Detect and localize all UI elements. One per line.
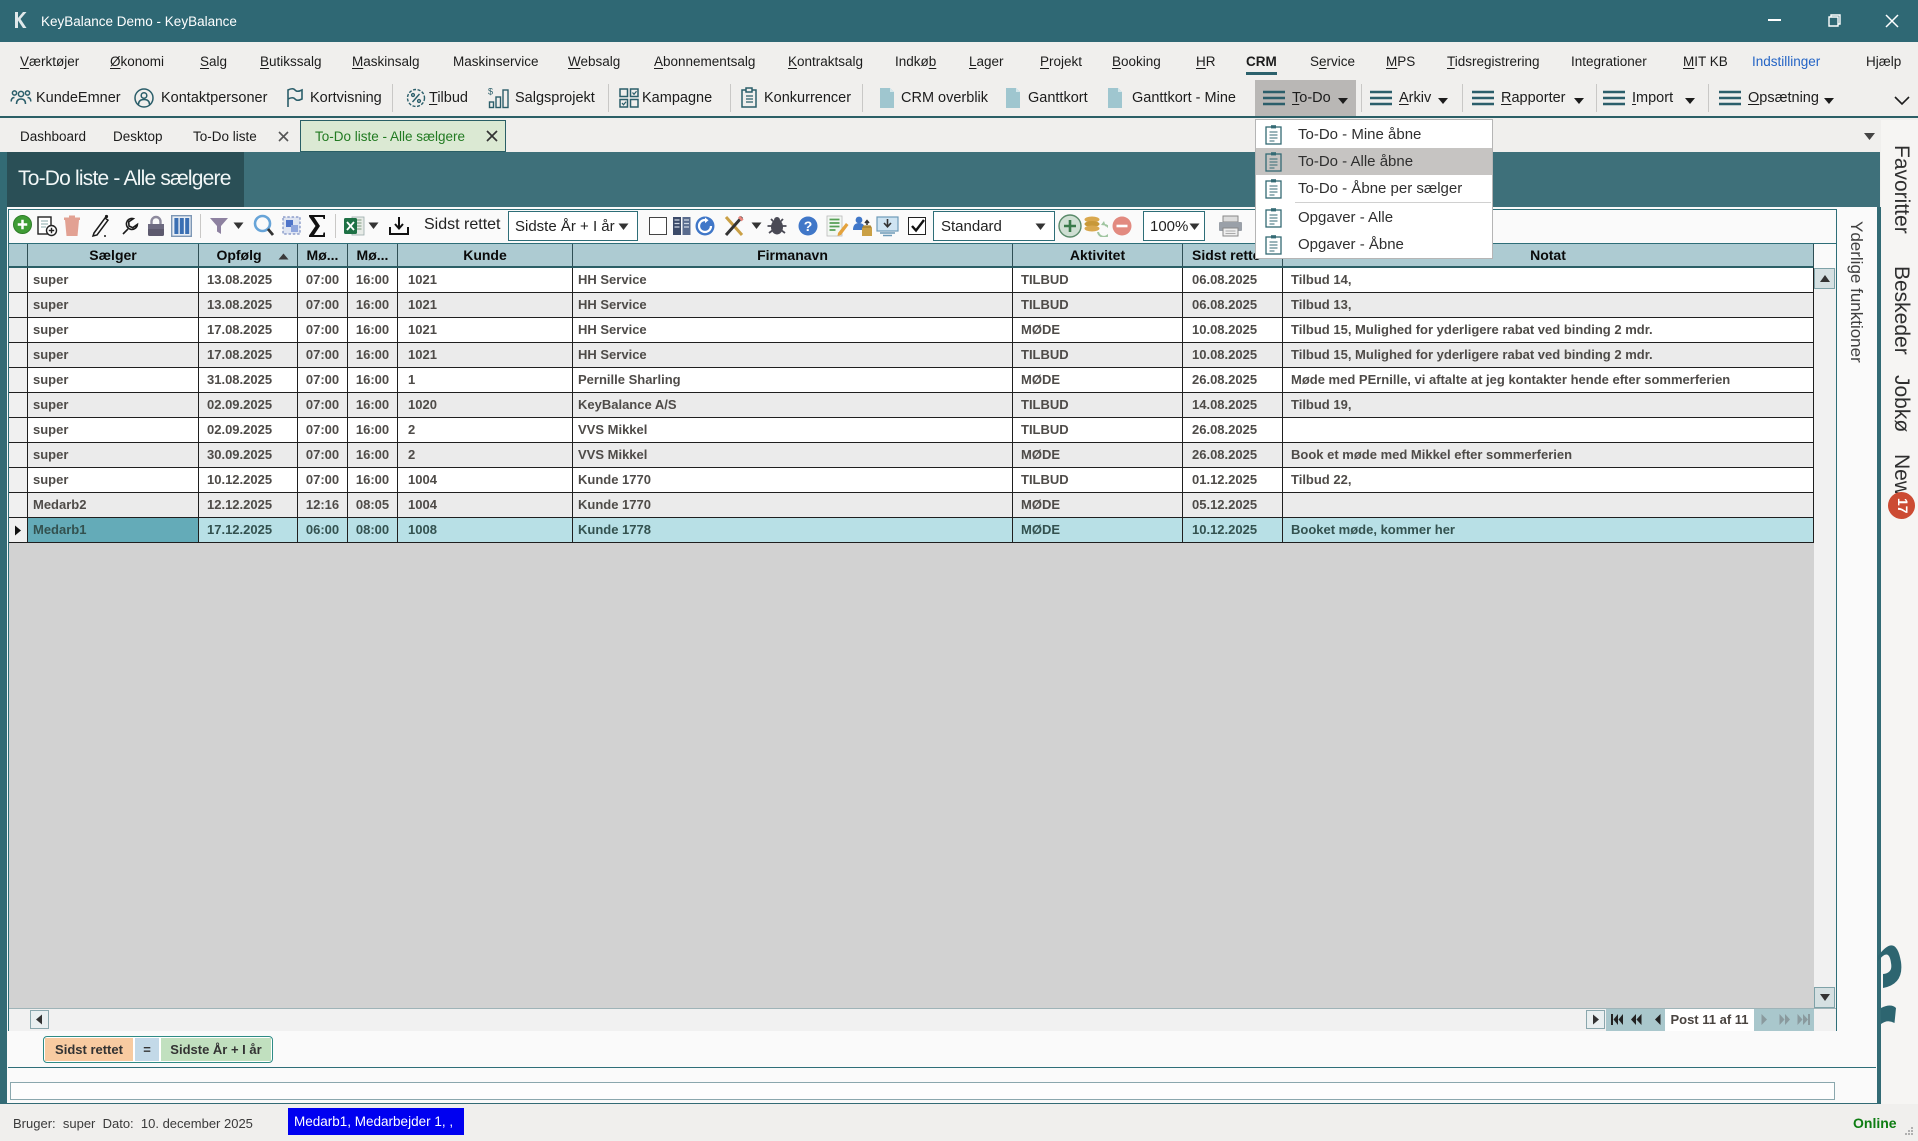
svg-text:?: ?: [804, 218, 813, 234]
svg-text:$: $: [488, 87, 493, 97]
